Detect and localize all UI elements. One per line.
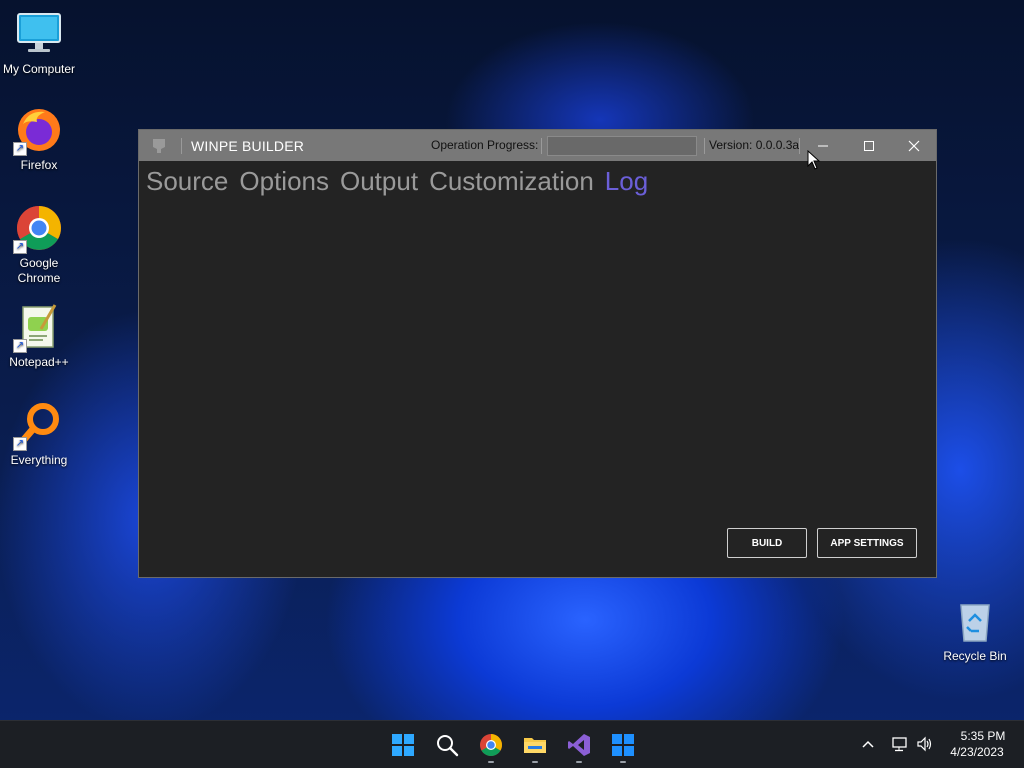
desktop-icon-label: Firefox: [20, 158, 58, 172]
version-label: Version: 0.0.0.3a: [709, 138, 800, 152]
close-button[interactable]: [891, 130, 937, 161]
file-explorer-icon[interactable]: [523, 733, 547, 757]
build-button[interactable]: BUILD: [727, 528, 807, 558]
desktop-icon-firefox[interactable]: ↗ Firefox: [1, 106, 77, 173]
shortcut-arrow-icon: ↗: [13, 240, 27, 254]
log-content-area[interactable]: [147, 210, 927, 515]
desktop-icon-everything[interactable]: ↗ Everything: [1, 401, 77, 468]
firefox-icon: ↗: [13, 106, 63, 156]
taskbar: 5:35 PM 4/23/2023: [0, 720, 1024, 768]
shortcut-arrow-icon: ↗: [13, 437, 27, 451]
tab-options[interactable]: Options: [239, 166, 329, 197]
tab-output[interactable]: Output: [340, 166, 418, 197]
desktop-icon-notepad-plus-plus[interactable]: ↗ Notepad++: [1, 303, 77, 370]
maximize-icon: [864, 140, 874, 151]
running-indicator: [620, 761, 626, 763]
close-icon: [908, 140, 920, 151]
clock-time[interactable]: 5:35 PM: [948, 729, 1018, 743]
separator: [704, 138, 705, 154]
maximize-button[interactable]: [846, 130, 892, 161]
chrome-icon[interactable]: [479, 733, 503, 757]
winpe-builder-icon[interactable]: [611, 733, 635, 757]
mouse-cursor-icon: [807, 150, 821, 170]
tab-source[interactable]: Source: [146, 166, 228, 197]
chrome-icon: ↗: [13, 204, 63, 254]
running-indicator: [532, 761, 538, 763]
search-icon[interactable]: [435, 733, 459, 757]
everything-search-icon: ↗: [13, 401, 63, 451]
running-indicator: [488, 761, 494, 763]
operation-progress-label: Operation Progress:: [431, 138, 539, 152]
volume-icon[interactable]: [916, 735, 934, 758]
window-title: WINPE BUILDER: [191, 137, 305, 154]
visual-studio-icon[interactable]: [567, 733, 591, 757]
app-icon: [153, 138, 165, 153]
desktop-icon-label: Recycle Bin: [943, 649, 1007, 663]
notepad-plus-plus-icon: ↗: [13, 303, 63, 353]
title-separator: [181, 137, 182, 154]
tab-log[interactable]: Log: [605, 166, 648, 197]
running-indicator: [576, 761, 582, 763]
desktop-icon-label: Everything: [10, 453, 68, 467]
tab-customization[interactable]: Customization: [429, 166, 594, 197]
tab-strip: Source Options Output Customization Log: [146, 166, 648, 197]
shortcut-arrow-icon: ↗: [13, 339, 27, 353]
chevron-up-icon[interactable]: [861, 737, 875, 756]
start-icon[interactable]: [391, 733, 415, 757]
monitor-icon: [15, 10, 63, 58]
shortcut-arrow-icon: ↗: [13, 142, 27, 156]
winpe-builder-window: WINPE BUILDER Operation Progress: Versio…: [138, 129, 937, 578]
network-icon[interactable]: [891, 735, 909, 758]
clock-date[interactable]: 4/23/2023: [942, 745, 1012, 759]
desktop-icon-label: Google Chrome: [17, 256, 61, 285]
desktop-icon-recycle-bin[interactable]: Recycle Bin: [937, 597, 1013, 664]
operation-progress-bar: [547, 136, 697, 156]
separator: [541, 138, 542, 154]
desktop-icon-label: My Computer: [2, 62, 76, 76]
recycle-bin-icon: [951, 597, 999, 645]
desktop-icon-my-computer[interactable]: My Computer: [1, 10, 77, 77]
desktop-icon-google-chrome[interactable]: ↗ Google Chrome: [1, 204, 77, 286]
desktop-icon-label: Notepad++: [9, 355, 69, 369]
app-settings-button[interactable]: APP SETTINGS: [817, 528, 917, 558]
